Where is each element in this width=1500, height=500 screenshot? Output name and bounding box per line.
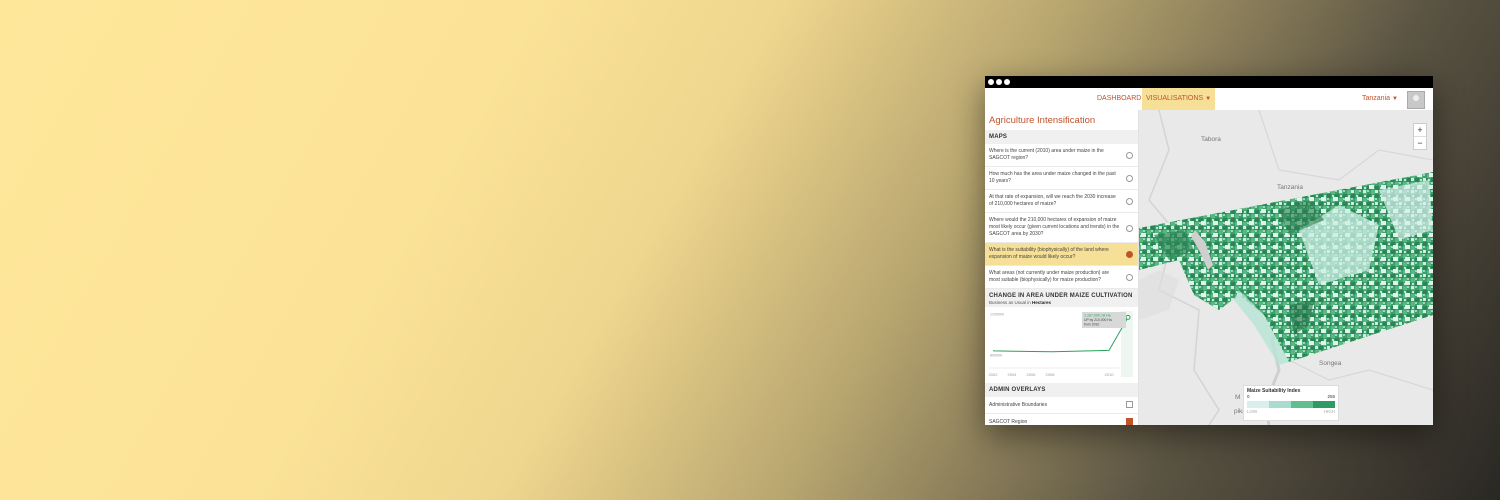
map-label-songea: Songea <box>1319 360 1342 367</box>
checkbox[interactable] <box>1126 401 1133 408</box>
legend-swatch <box>1313 401 1335 408</box>
map-label-m: M <box>1235 394 1241 401</box>
legend-swatch <box>1269 401 1291 408</box>
nav-visualisations[interactable]: VISUALISATIONS ▼ <box>1142 88 1216 110</box>
radio-button[interactable] <box>1126 224 1133 232</box>
question-text: Where is the current (2010) area under m… <box>989 148 1104 161</box>
question-item[interactable]: Where is the current (2010) area under m… <box>985 144 1138 167</box>
x-tick-label: 2006 <box>1027 372 1037 377</box>
maps-section-header: MAPS <box>985 130 1138 144</box>
x-tick-label: 2010 <box>1105 372 1115 377</box>
legend-color-bar <box>1247 401 1335 408</box>
user-avatar[interactable] <box>1407 91 1425 109</box>
overlay-label: SAGCOT Region <box>989 419 1028 425</box>
chevron-down-icon: ▼ <box>1392 96 1398 102</box>
legend-high: HIGH <box>1323 409 1335 414</box>
chart-subtitle: Business as Usual in Hectares <box>985 300 1138 307</box>
question-text: Where would the 210,000 hectares of expa… <box>989 217 1120 237</box>
window-titlebar <box>985 76 1433 88</box>
zoom-in-button[interactable]: + <box>1414 124 1426 137</box>
nav-dashboard[interactable]: DASHBOARD <box>1097 88 1141 110</box>
x-tick-label: 2008 <box>1046 372 1056 377</box>
legend-min: 0 <box>1247 394 1250 399</box>
nav-visualisations-label: VISUALISATIONS <box>1146 95 1204 102</box>
country-selector[interactable]: Tanzania ▼ <box>1362 88 1398 110</box>
legend-max: 255 <box>1327 394 1335 399</box>
chevron-down-icon: ▼ <box>1205 96 1212 102</box>
x-tick-label: 2002 <box>989 372 999 377</box>
map-legend: Maize Suitability Index 0 255 LOW HIGH <box>1243 385 1339 421</box>
chart-subtitle-unit: Hectares <box>1032 300 1052 305</box>
radio-button[interactable] <box>1126 175 1133 182</box>
page-title: Agriculture Intensification <box>989 115 1096 126</box>
map-canvas <box>1139 110 1433 425</box>
legend-swatch <box>1291 401 1313 408</box>
legend-title: Maize Suitability Index <box>1247 388 1301 394</box>
zoom-control: + − <box>1413 123 1427 150</box>
country-label: Tanzania <box>1362 95 1391 102</box>
window-dot-icon[interactable] <box>988 79 994 85</box>
chart-tooltip-base: from 2010 <box>1084 323 1099 327</box>
question-text: What areas (not currently under maize pr… <box>989 270 1110 283</box>
radio-button[interactable] <box>1126 274 1133 281</box>
chart-subtitle-prefix: Business as Usual in <box>989 300 1033 305</box>
question-text: How much has the area under maize change… <box>989 171 1116 184</box>
overlay-admin-boundaries[interactable]: Administrative Boundaries <box>985 397 1138 414</box>
question-text: At that rate of expansion, will we reach… <box>989 194 1116 207</box>
legend-swatch <box>1247 401 1269 408</box>
x-tick-label: 2004 <box>1008 372 1018 377</box>
legend-range: 0 255 <box>1244 394 1338 401</box>
window-dot-icon[interactable] <box>996 79 1002 85</box>
y-tick-label: 800000 <box>990 353 1002 357</box>
legend-labels: LOW HIGH <box>1244 408 1338 415</box>
question-item[interactable]: What areas (not currently under maize pr… <box>985 266 1138 289</box>
series-end-point <box>1125 314 1131 320</box>
overlay-label: Administrative Boundaries <box>989 402 1048 408</box>
maize-area-chart: 12000008000002002200420062008201020301,1… <box>985 307 1138 383</box>
question-item[interactable]: How much has the area under maize change… <box>985 167 1138 190</box>
zoom-out-button[interactable]: − <box>1414 137 1426 149</box>
top-nav: DASHBOARD VISUALISATIONS ▼ Tanzania ▼ <box>985 88 1433 111</box>
map-label-tanzania: Tanzania <box>1277 184 1304 191</box>
overlay-sagcot-region[interactable]: SAGCOT Region <box>985 414 1138 425</box>
map-view[interactable]: Tabora Tanzania Songea M pika + − Maize … <box>1139 110 1433 425</box>
map-label-tabora: Tabora <box>1201 136 1221 143</box>
checkbox-checked[interactable] <box>1126 418 1133 425</box>
overlays-section-header: ADMIN OVERLAYS <box>985 383 1138 397</box>
radio-button[interactable] <box>1126 152 1133 159</box>
window-dot-icon[interactable] <box>1004 79 1010 85</box>
question-item[interactable]: At that rate of expansion, will we reach… <box>985 190 1138 213</box>
question-text: What is the suitability (biophysically) … <box>989 247 1109 260</box>
y-tick-label: 1200000 <box>990 313 1004 317</box>
chart-tooltip-value: 1,167,000.18 Ha <box>1084 314 1111 318</box>
chart-tooltip-change: UP by 210,000 Ha <box>1084 318 1112 322</box>
question-item-selected[interactable]: What is the suitability (biophysically) … <box>985 243 1138 266</box>
browser-window: DASHBOARD VISUALISATIONS ▼ Tanzania ▼ Agri… <box>985 76 1433 425</box>
radio-button[interactable] <box>1126 198 1133 205</box>
question-item[interactable]: Where would the 210,000 hectares of expa… <box>985 213 1138 243</box>
legend-low: LOW <box>1247 409 1258 414</box>
chart-section-header: CHANGE IN AREA UNDER MAIZE CULTIVATION <box>985 289 1138 300</box>
radio-button-selected[interactable] <box>1126 251 1133 258</box>
chart-svg: 12000008000002002200420062008201020301,1… <box>989 311 1133 377</box>
sidebar: Agriculture Intensification MAPS Where i… <box>985 110 1139 425</box>
